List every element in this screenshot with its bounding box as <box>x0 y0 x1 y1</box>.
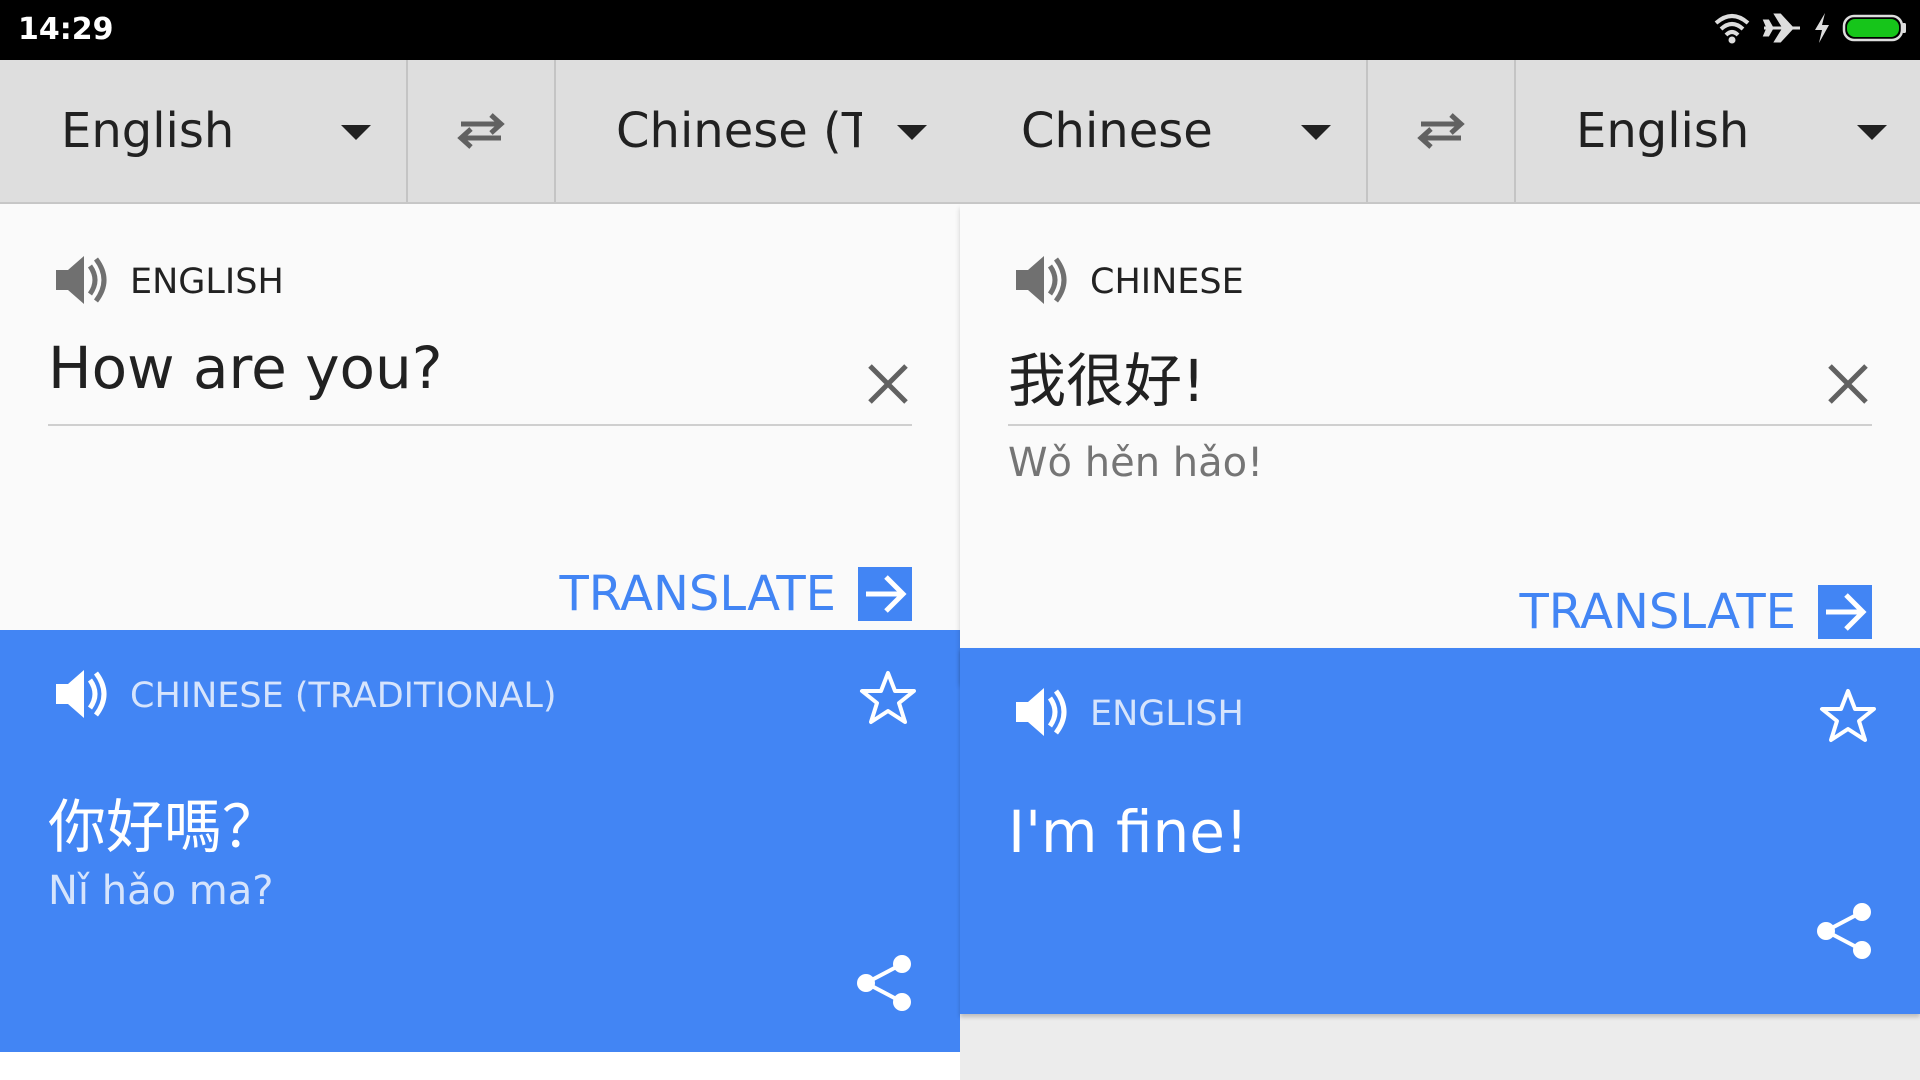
translation-pane-right: Chinese English CHINESE 我很好! Wǒ hěn hǎo!… <box>960 60 1920 1080</box>
source-language-dropdown[interactable]: Chinese <box>960 60 1366 202</box>
input-card: ENGLISH How are you? TRANSLATE <box>0 204 960 662</box>
result-language-row: CHINESE (TRADITIONAL) <box>52 666 557 726</box>
share-button[interactable] <box>850 948 920 1018</box>
close-icon <box>1828 364 1868 404</box>
status-icons <box>1712 10 1908 50</box>
translated-text: I'm fine! <box>1008 798 1249 866</box>
source-language-label: English <box>61 103 235 159</box>
clear-input-button[interactable] <box>1818 354 1878 414</box>
charging-icon <box>1812 11 1832 50</box>
dropdown-caret-icon <box>1857 125 1887 140</box>
clear-input-button[interactable] <box>858 354 918 414</box>
result-card: CHINESE (TRADITIONAL) 你好嗎？ Nǐ hǎo ma? <box>0 630 960 1052</box>
language-bar: English Chinese (Tr <box>0 60 960 204</box>
star-icon <box>860 671 916 724</box>
target-language-label: English <box>1576 103 1750 159</box>
battery-icon <box>1842 13 1908 48</box>
translate-button-label: TRANSLATE <box>559 566 836 622</box>
arrow-right-icon <box>1818 585 1872 639</box>
result-language-label: CHINESE (TRADITIONAL) <box>130 676 557 716</box>
wifi-icon <box>1712 11 1752 50</box>
source-language-label: Chinese <box>1021 103 1213 159</box>
swap-icon <box>457 113 505 149</box>
input-underline <box>1008 424 1872 426</box>
input-card: CHINESE 我很好! Wǒ hěn hǎo! TRANSLATE <box>960 204 1920 682</box>
input-underline <box>48 424 912 426</box>
result-card: ENGLISH I'm fine! <box>960 648 1920 1014</box>
status-bar: 14:29 <box>0 0 1920 60</box>
favorite-button[interactable] <box>856 666 920 730</box>
language-bar: Chinese English <box>960 60 1920 204</box>
dropdown-caret-icon <box>341 125 371 140</box>
source-text-input[interactable]: How are you? <box>48 334 838 402</box>
speaker-icon[interactable] <box>1012 252 1072 313</box>
share-icon <box>857 955 911 1011</box>
input-language-row: CHINESE <box>1012 252 1244 312</box>
source-text-input[interactable]: 我很好! <box>1008 334 1798 418</box>
share-button[interactable] <box>1810 896 1880 966</box>
close-icon <box>868 364 908 404</box>
target-language-dropdown[interactable]: English <box>1514 60 1920 202</box>
favorite-button[interactable] <box>1816 684 1880 748</box>
star-icon <box>1820 689 1876 742</box>
input-language-label: ENGLISH <box>130 262 284 302</box>
source-language-dropdown[interactable]: English <box>0 60 406 202</box>
target-language-label: Chinese (Tr <box>616 103 862 159</box>
input-language-label: CHINESE <box>1090 262 1244 302</box>
translated-text: 你好嗎？ <box>48 793 281 861</box>
translate-button[interactable]: TRANSLATE <box>559 566 912 622</box>
input-language-row: ENGLISH <box>52 252 284 312</box>
translate-button[interactable]: TRANSLATE <box>1519 584 1872 640</box>
airplane-icon <box>1762 11 1802 50</box>
speaker-icon[interactable] <box>52 666 112 727</box>
arrow-right-icon <box>858 567 912 621</box>
input-transliteration: Wǒ hěn hǎo! <box>1008 440 1264 486</box>
swap-icon <box>1417 113 1465 149</box>
status-time: 14:29 <box>18 12 114 47</box>
result-transliteration: Nǐ hǎo ma? <box>48 868 274 914</box>
result-language-row: ENGLISH <box>1012 684 1244 744</box>
speaker-icon[interactable] <box>1012 684 1072 745</box>
dropdown-caret-icon <box>1301 125 1331 140</box>
translation-pane-left: English Chinese (Tr ENGLISH How are you?… <box>0 60 960 1080</box>
translate-button-label: TRANSLATE <box>1519 584 1796 640</box>
swap-languages-button[interactable] <box>1366 60 1516 202</box>
result-language-label: ENGLISH <box>1090 694 1244 734</box>
swap-languages-button[interactable] <box>406 60 556 202</box>
share-icon <box>1817 903 1871 959</box>
speaker-icon[interactable] <box>52 252 112 313</box>
dropdown-caret-icon <box>897 125 927 140</box>
target-language-dropdown[interactable]: Chinese (Tr <box>554 60 960 202</box>
